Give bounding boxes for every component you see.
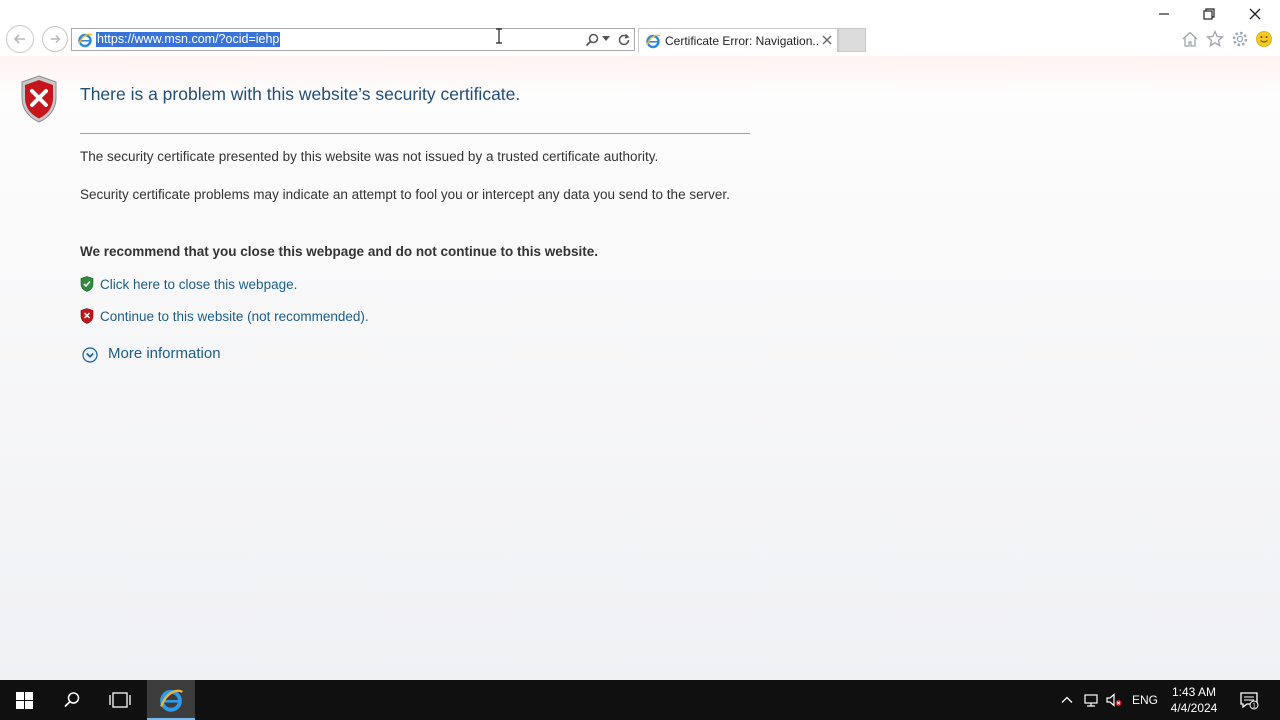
search-dropdown-icon[interactable] [602, 36, 610, 42]
task-view-button[interactable] [96, 680, 144, 720]
ie-icon [78, 33, 93, 48]
divider [80, 133, 750, 134]
back-icon [13, 34, 25, 44]
red-shield-icon [80, 308, 94, 324]
taskbar: ENG 1:43 AM 4/4/2024 1 [0, 680, 1280, 720]
green-shield-icon [80, 276, 94, 292]
forward-button[interactable] [42, 26, 68, 52]
address-url[interactable]: https://www.msn.com/?ocid=iehp [96, 32, 281, 47]
search-icon [64, 692, 80, 708]
taskbar-search-button[interactable] [48, 680, 96, 720]
notification-count: 1 [1252, 703, 1256, 710]
internet-explorer-icon [160, 689, 184, 712]
page-title: There is a problem with this website’s s… [80, 84, 521, 104]
clock[interactable]: 1:43 AM 4/4/2024 [1164, 684, 1224, 716]
forward-icon [50, 35, 61, 43]
back-button[interactable] [6, 25, 34, 53]
feedback-smiley-icon[interactable] [1255, 30, 1273, 48]
error-shield-icon [21, 75, 57, 123]
tab-title: Certificate Error: Navigation... [665, 34, 819, 48]
minimize-icon[interactable] [1156, 6, 1172, 22]
text-cursor [496, 28, 502, 44]
new-tab-button[interactable] [838, 28, 866, 52]
tab-certificate-error[interactable]: Certificate Error: Navigation... [638, 28, 838, 52]
paragraph-untrusted: The security certificate presented by th… [80, 149, 659, 164]
task-view-icon [109, 692, 131, 708]
chevron-up-icon[interactable] [1059, 692, 1075, 708]
network-icon[interactable] [1083, 692, 1099, 708]
windows-start-icon [15, 691, 33, 709]
restore-icon[interactable] [1201, 6, 1217, 22]
browser-chrome: https://www.msn.com/?ocid=iehp Certifica… [0, 0, 1280, 56]
close-tab-icon[interactable] [821, 34, 833, 46]
clock-date: 4/4/2024 [1170, 701, 1218, 715]
paragraph-security-warning: Security certificate problems may indica… [80, 187, 730, 202]
favorites-icon[interactable] [1206, 30, 1224, 48]
taskbar-internet-explorer[interactable] [147, 680, 195, 720]
continue-website-link[interactable]: Continue to this website (not recommende… [100, 309, 369, 324]
search-icon[interactable] [584, 32, 600, 48]
notification-icon[interactable]: 1 [1239, 690, 1259, 710]
page-content: There is a problem with this website’s s… [0, 56, 1280, 680]
address-bar[interactable]: https://www.msn.com/?ocid=iehp [71, 28, 635, 51]
home-icon[interactable] [1181, 30, 1199, 48]
refresh-icon[interactable] [616, 32, 632, 48]
settings-icon[interactable] [1231, 30, 1249, 48]
start-button[interactable] [0, 680, 48, 720]
close-window-icon[interactable] [1247, 6, 1263, 22]
more-information-label[interactable]: More information [108, 345, 221, 362]
clock-time: 1:43 AM [1171, 685, 1217, 699]
language-indicator[interactable]: ENG [1132, 693, 1158, 707]
volume-muted-icon[interactable] [1106, 692, 1122, 708]
expand-circle-icon [82, 347, 98, 363]
recommendation-text: We recommend that you close this webpage… [80, 244, 599, 259]
ie-icon [646, 34, 661, 49]
close-webpage-link[interactable]: Click here to close this webpage. [100, 277, 297, 292]
